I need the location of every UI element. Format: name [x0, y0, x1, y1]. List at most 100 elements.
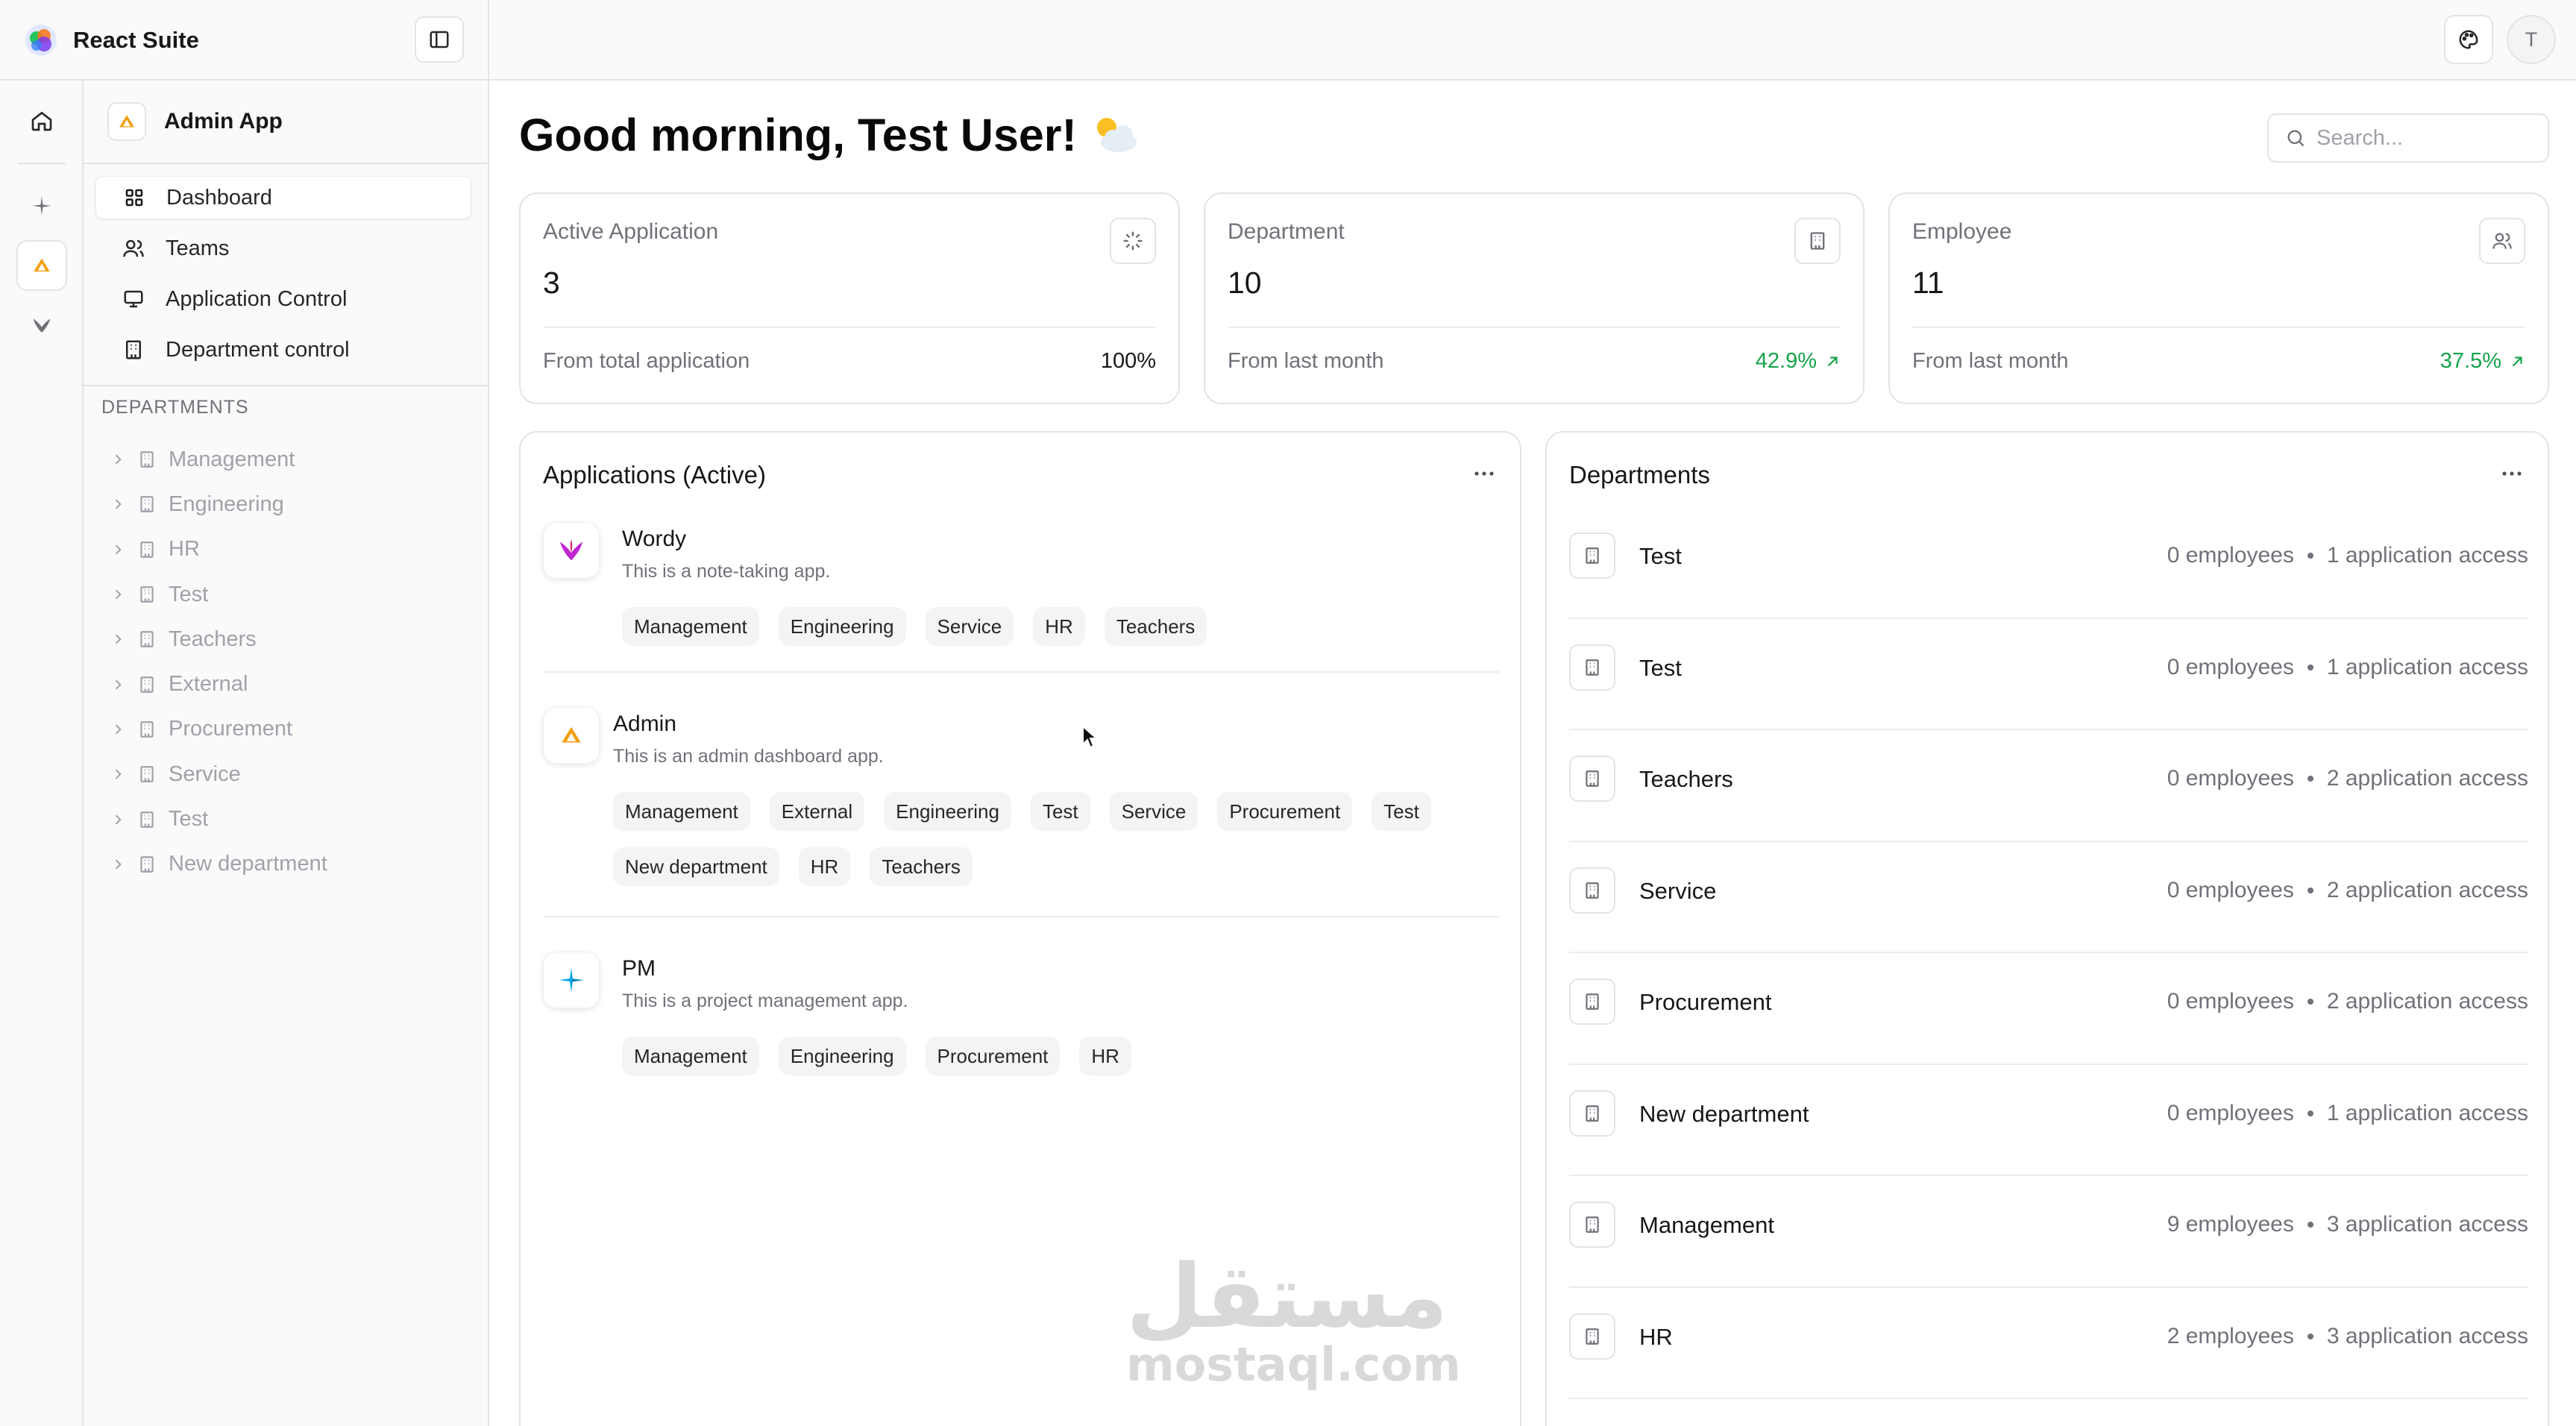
chevron-right-icon[interactable] — [107, 809, 128, 830]
department-tree-item[interactable]: Test — [107, 572, 465, 617]
user-avatar[interactable]: T — [2507, 15, 2556, 64]
chevron-right-icon[interactable] — [107, 854, 128, 875]
department-row[interactable]: Procurement 0 employees 2 application acce… — [1569, 953, 2528, 1065]
department-chip[interactable]: Test — [1372, 792, 1431, 831]
stat-value: 10 — [1228, 266, 1262, 300]
chevron-right-icon[interactable] — [107, 494, 128, 515]
department-tree-item[interactable]: External — [107, 662, 465, 706]
rail-pm-app-button[interactable] — [16, 180, 67, 231]
department-tree-item[interactable]: Teachers — [107, 617, 465, 662]
department-tree-item[interactable]: Procurement — [107, 707, 465, 752]
department-chip[interactable]: New department — [613, 847, 779, 886]
department-row[interactable]: Test 0 employees 1 application access — [1569, 619, 2528, 730]
pm-app-icon — [543, 952, 600, 1008]
more-options-button[interactable] — [1468, 462, 1501, 485]
rail-home-button[interactable] — [16, 95, 67, 146]
loader-icon — [1110, 218, 1156, 264]
app-item-admin[interactable]: Admin This is an admin dashboard app. Ma… — [543, 707, 1499, 901]
app-item-pm[interactable]: PM This is a project management app. Man… — [543, 952, 1499, 1086]
building-icon — [1569, 756, 1615, 802]
building-icon — [136, 763, 158, 785]
react-suite-logo-icon[interactable] — [24, 23, 58, 57]
panel-title: Departments — [1569, 461, 1710, 489]
department-tree-label: Test — [169, 582, 209, 606]
building-icon — [136, 853, 158, 876]
department-tree-item[interactable]: Management — [107, 437, 465, 482]
nav-item-dashboard[interactable]: Dashboard — [95, 176, 471, 219]
department-chip[interactable]: Service — [925, 607, 1014, 646]
stat-footer-value-text: 100% — [1100, 349, 1156, 373]
department-row[interactable]: Test 0 employees 1 application access — [1569, 507, 2528, 619]
department-meta: 0 employees 2 application access — [2167, 766, 2528, 791]
department-chip[interactable]: HR — [798, 847, 851, 886]
department-name: Test — [1639, 543, 1682, 569]
greeting-text: Good morning, Test User! — [519, 110, 1077, 160]
department-row[interactable]: Teachers 0 employees 2 application access — [1569, 730, 2528, 842]
panel-title: Applications (Active) — [543, 461, 766, 489]
chevron-right-icon[interactable] — [107, 539, 128, 560]
rail-wordy-app-button[interactable] — [16, 300, 67, 351]
department-tree-label: Procurement — [169, 717, 293, 741]
nav-item-department-control[interactable]: Department control — [95, 328, 471, 371]
department-chip[interactable]: Service — [1109, 792, 1199, 831]
theme-button[interactable] — [2444, 15, 2493, 64]
sidebar-nav: Dashboard Teams Application Control Depa… — [95, 176, 471, 379]
department-tree-item[interactable]: Service — [107, 752, 465, 797]
department-chip[interactable]: Engineering — [778, 1037, 906, 1075]
department-row[interactable]: Management 9 employees 3 application acces… — [1569, 1176, 2528, 1288]
building-icon — [1569, 1313, 1615, 1360]
department-tree-item[interactable]: HR — [107, 527, 465, 572]
more-options-button[interactable] — [2495, 462, 2528, 485]
chevron-right-icon[interactable] — [107, 719, 128, 740]
department-chip[interactable]: Procurement — [1217, 792, 1353, 831]
department-chip[interactable]: Engineering — [778, 607, 906, 646]
chevron-right-icon[interactable] — [107, 449, 128, 470]
department-name: Service — [1639, 877, 1717, 904]
department-chip[interactable]: Management — [622, 607, 759, 646]
chevron-right-icon[interactable] — [107, 764, 128, 785]
department-chip[interactable]: Teachers — [1104, 607, 1207, 646]
department-chip[interactable]: External — [769, 792, 865, 831]
department-chip[interactable]: HR — [1033, 607, 1085, 646]
nav-item-application-control[interactable]: Application Control — [95, 277, 471, 321]
app-name: Wordy — [622, 527, 687, 551]
department-row[interactable]: HR 2 employees 3 application access — [1569, 1288, 2528, 1399]
department-row[interactable]: Service 0 employees 2 application access — [1569, 842, 2528, 953]
department-chip[interactable]: Test — [1030, 792, 1090, 831]
chevron-right-icon[interactable] — [107, 584, 128, 605]
building-icon — [136, 673, 158, 696]
department-tree-item[interactable]: Engineering — [107, 482, 465, 527]
department-chip[interactable]: Procurement — [925, 1037, 1061, 1075]
app-name: Admin — [613, 712, 677, 736]
sidebar-toggle-button[interactable] — [415, 16, 464, 63]
department-chip[interactable]: Engineering — [884, 792, 1011, 831]
search-box[interactable] — [2267, 113, 2549, 163]
department-tree-item[interactable]: New department — [107, 842, 465, 887]
building-icon — [136, 628, 158, 650]
app-item-wordy[interactable]: Wordy This is a note-taking app. Managem… — [543, 522, 1499, 656]
nav-item-teams[interactable]: Teams — [95, 227, 471, 270]
department-tree-item[interactable]: Test — [107, 797, 465, 841]
department-chip[interactable]: Management — [613, 792, 750, 831]
chevron-right-icon[interactable] — [107, 629, 128, 650]
building-icon — [136, 448, 158, 471]
app-divider — [543, 671, 1499, 673]
watermark-latin: mostaql.com — [1126, 1337, 1461, 1392]
stat-footer-label: From total application — [543, 349, 750, 373]
departments-panel: Departments Test 0 employees 1 application… — [1545, 431, 2549, 1426]
chevron-right-icon[interactable] — [107, 674, 128, 695]
wordy-app-icon — [31, 314, 53, 336]
department-chip[interactable]: HR — [1079, 1037, 1131, 1075]
search-input[interactable] — [2316, 125, 2540, 151]
arrow-up-right-icon — [1817, 354, 1841, 370]
rail-admin-app-button[interactable] — [16, 240, 67, 291]
employee-count: 2 employees — [2167, 1323, 2294, 1348]
department-chip[interactable]: Management — [622, 1037, 759, 1075]
brand-name: React Suite — [73, 27, 199, 53]
department-meta: 2 employees 3 application access — [2167, 1324, 2528, 1349]
department-chip[interactable]: Teachers — [870, 847, 973, 886]
department-tree-label: Engineering — [169, 491, 284, 516]
department-name: Management — [1639, 1212, 1774, 1238]
department-row[interactable]: New department 0 employees 1 application a… — [1569, 1065, 2528, 1176]
department-tree-label: HR — [169, 537, 200, 562]
